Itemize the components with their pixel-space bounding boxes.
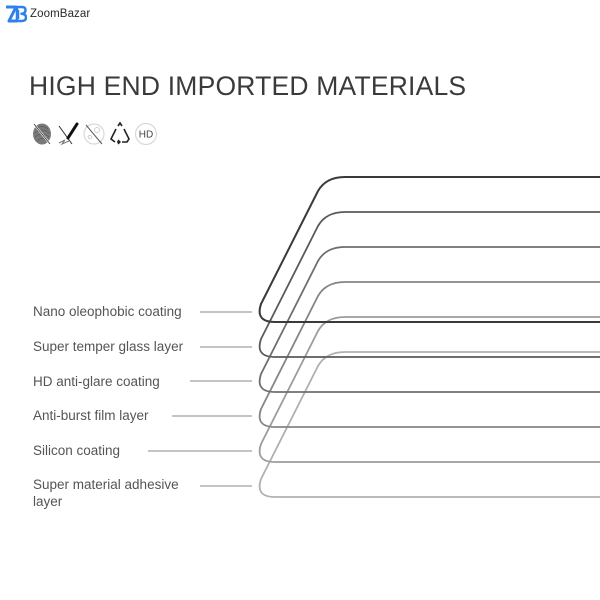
glass-layer-outline [258, 281, 600, 428]
glass-layer-outline [258, 316, 600, 463]
glass-layer-outline [258, 211, 600, 358]
glass-layer-outline [258, 351, 600, 498]
glass-layer-outline [258, 246, 600, 393]
glass-layer-outline [258, 176, 600, 323]
layer-diagram [148, 176, 600, 498]
